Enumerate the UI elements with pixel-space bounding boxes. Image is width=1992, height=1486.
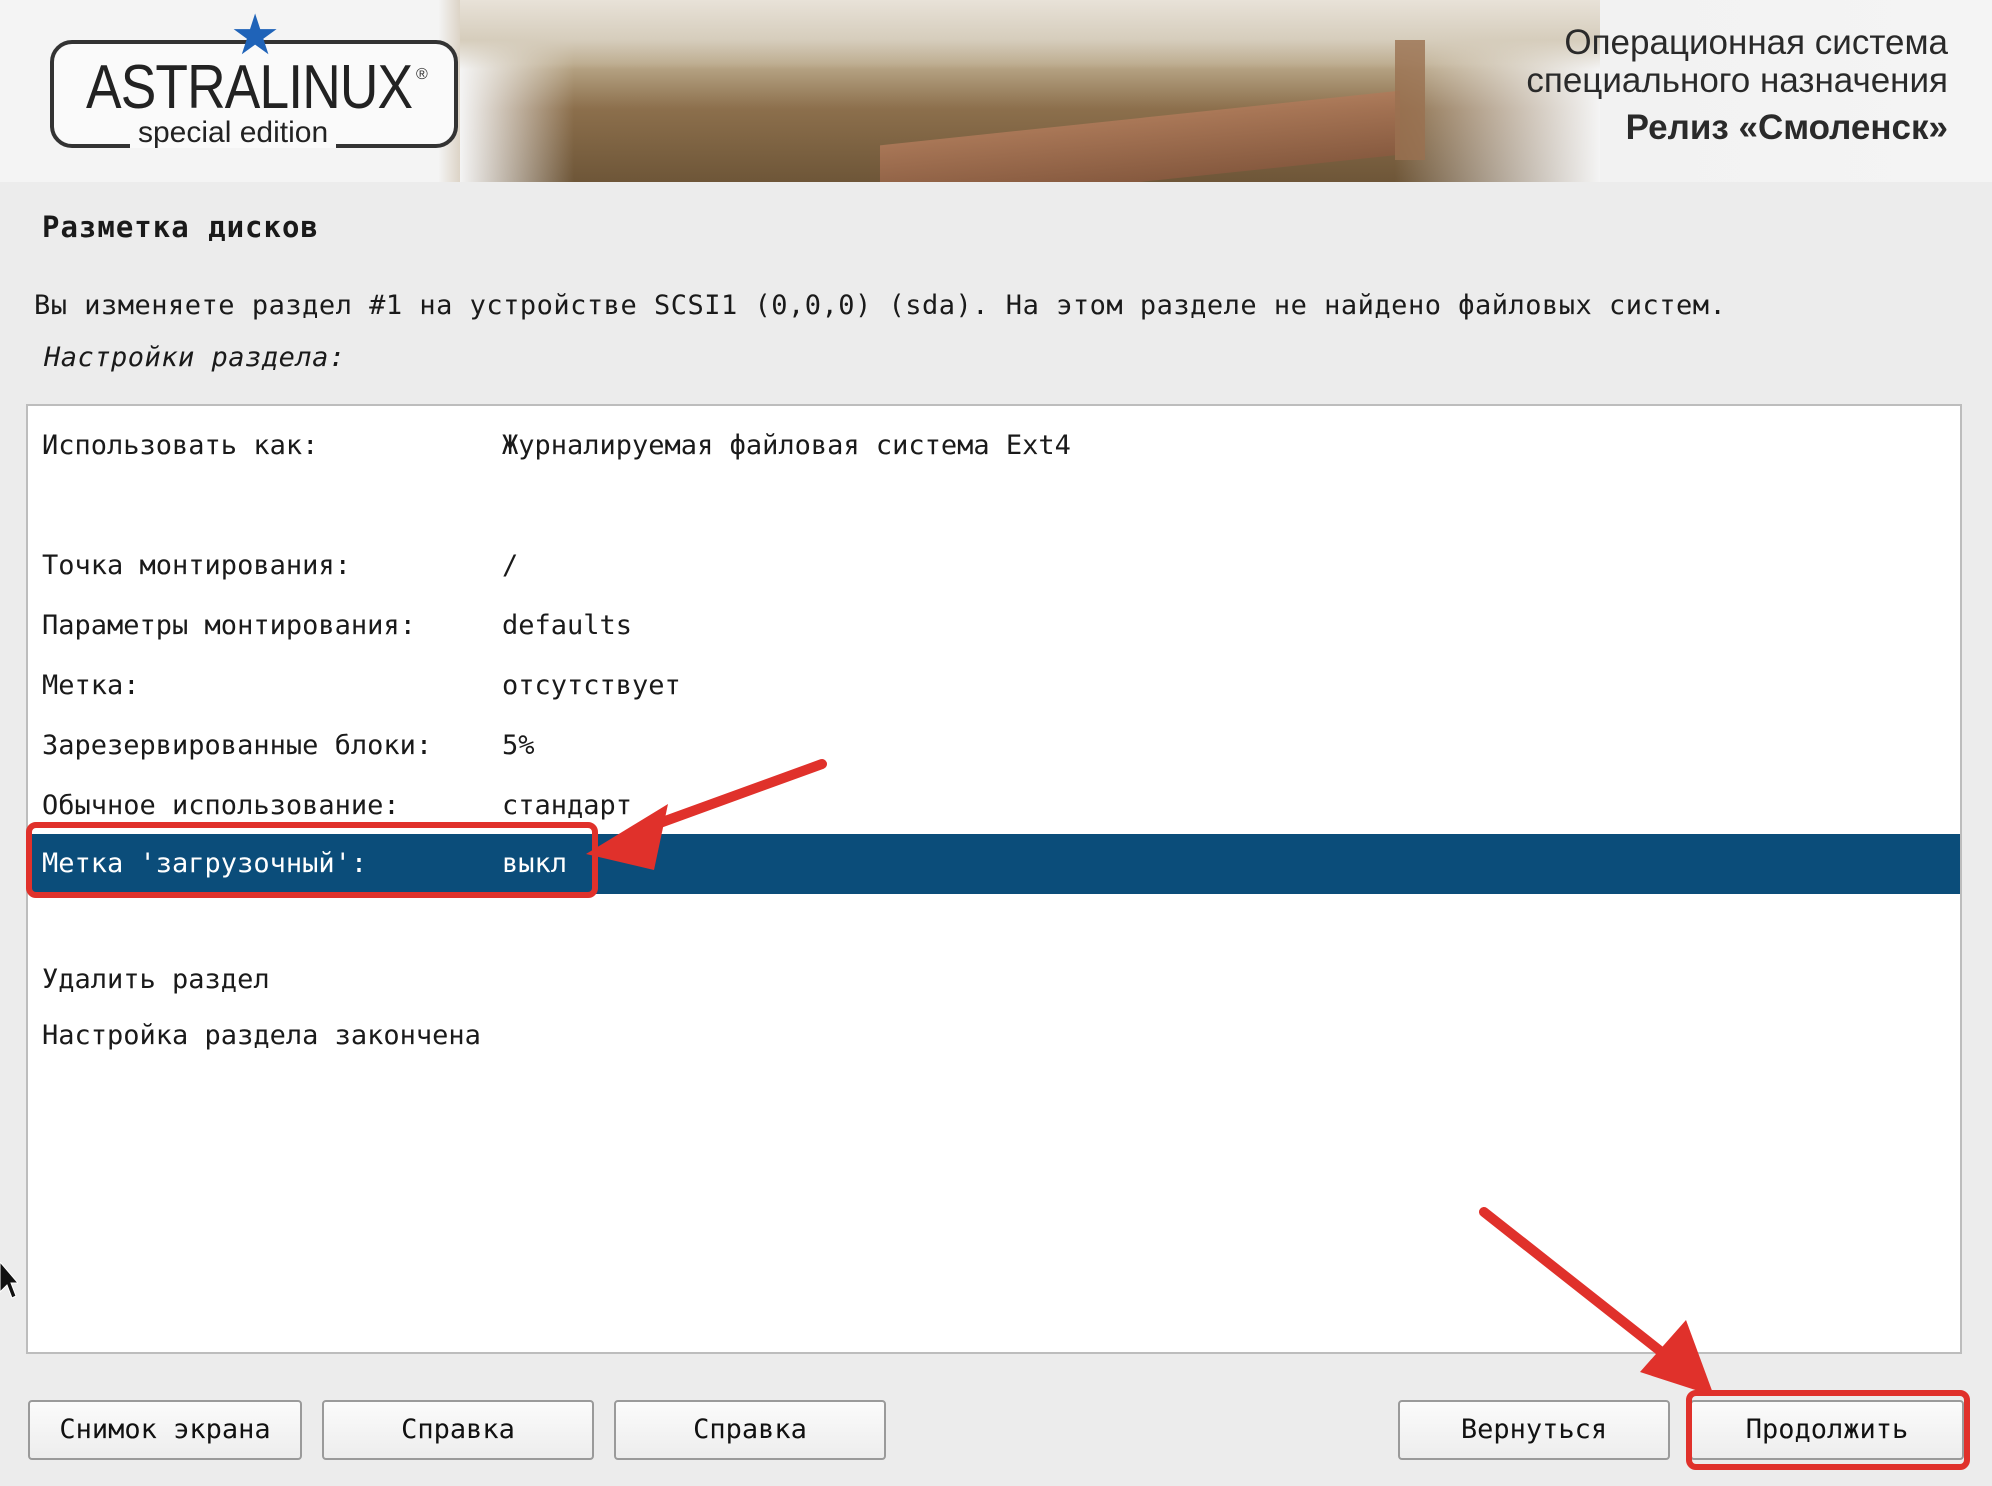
list-item-done-setting-up[interactable]: Настройка раздела закончена bbox=[28, 1008, 1960, 1064]
installer-window: ★ ASTRALINUX ® special edition Операцион… bbox=[0, 0, 1992, 1486]
list-item-bootable-flag[interactable]: Метка 'загрузочный': выкл bbox=[28, 834, 1960, 894]
help-button[interactable]: Справка bbox=[322, 1400, 594, 1460]
logo-text: ASTRALINUX bbox=[86, 53, 413, 122]
list-item-reserved-blocks[interactable]: Зарезервированные блоки: 5% bbox=[28, 718, 1960, 774]
setting-label: Обычное использование: bbox=[42, 790, 400, 821]
help-button-2[interactable]: Справка bbox=[614, 1400, 886, 1460]
action-label: Удалить раздел bbox=[42, 964, 270, 995]
setting-label: Метка 'загрузочный': bbox=[42, 848, 368, 879]
header-banner: ★ ASTRALINUX ® special edition Операцион… bbox=[0, 0, 1992, 182]
os-line-1: Операционная система bbox=[1564, 23, 1948, 62]
setting-label: Метка: bbox=[42, 670, 140, 701]
partition-settings-list[interactable]: Использовать как: Журналируемая файловая… bbox=[26, 404, 1962, 1354]
setting-label: Использовать как: bbox=[42, 430, 319, 461]
list-item-delete-partition[interactable]: Удалить раздел bbox=[28, 952, 1960, 1008]
list-item-mount-options[interactable]: Параметры монтирования: defaults bbox=[28, 598, 1960, 654]
setting-value: Журналируемая файловая система Ext4 bbox=[502, 430, 1071, 461]
setting-label: Точка монтирования: bbox=[42, 550, 351, 581]
setting-value: 5% bbox=[502, 730, 535, 761]
setting-label: Зарезервированные блоки: bbox=[42, 730, 433, 761]
fortress-tower bbox=[1395, 40, 1425, 160]
setting-value: выкл bbox=[502, 848, 568, 879]
setting-value: / bbox=[502, 550, 519, 581]
os-title: Операционная система специального назнач… bbox=[1526, 24, 1948, 148]
registered-mark: ® bbox=[416, 66, 428, 83]
page-description: Вы изменяете раздел #1 на устройстве SCS… bbox=[34, 290, 1727, 321]
page-title: Разметка дисков bbox=[42, 210, 319, 244]
back-button[interactable]: Вернуться bbox=[1398, 1400, 1670, 1460]
mouse-pointer-icon bbox=[0, 1262, 18, 1299]
action-label: Настройка раздела закончена bbox=[42, 1020, 481, 1051]
list-item-use-as[interactable]: Использовать как: Журналируемая файловая… bbox=[28, 418, 1960, 474]
setting-value: defaults bbox=[502, 610, 633, 641]
continue-button[interactable]: Продолжить bbox=[1690, 1400, 1964, 1460]
os-release: Релиз «Смоленск» bbox=[1625, 108, 1948, 147]
settings-subheading: Настройки раздела: bbox=[44, 342, 346, 373]
os-line-2: специального назначения bbox=[1526, 61, 1948, 100]
list-item-typical-usage[interactable]: Обычное использование: стандарт bbox=[28, 778, 1960, 834]
setting-label: Параметры монтирования: bbox=[42, 610, 416, 641]
screenshot-button[interactable]: Снимок экрана bbox=[28, 1400, 302, 1460]
list-item-mount-point[interactable]: Точка монтирования: / bbox=[28, 538, 1960, 594]
logo-subtitle: special edition bbox=[130, 118, 337, 148]
list-item-label[interactable]: Метка: отсутствует bbox=[28, 658, 1960, 714]
setting-value: стандарт bbox=[502, 790, 633, 821]
setting-value: отсутствует bbox=[502, 670, 681, 701]
